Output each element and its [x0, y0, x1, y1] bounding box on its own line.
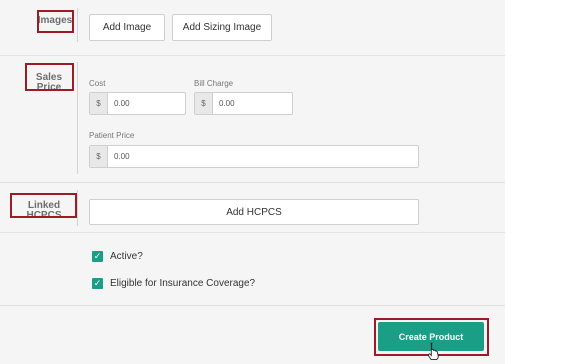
cost-field[interactable]: $ 0.00: [89, 92, 186, 115]
section-divider: [0, 305, 505, 306]
section-divider: [0, 55, 505, 56]
sales-price-label-highlight: [25, 63, 74, 91]
eligible-insurance-label: Eligible for Insurance Coverage?: [110, 278, 256, 289]
linked-hcpcs-divider: [77, 190, 78, 226]
patient-price-field[interactable]: $ 0.00: [89, 145, 419, 168]
bill-charge-field[interactable]: $ 0.00: [194, 92, 293, 115]
cost-label: Cost: [89, 79, 106, 88]
patient-price-value[interactable]: 0.00: [108, 146, 418, 167]
add-sizing-image-button[interactable]: Add Sizing Image: [172, 14, 272, 41]
images-divider: [77, 8, 78, 42]
patient-price-label: Patient Price: [89, 131, 135, 140]
patient-price-currency-addon: $: [90, 146, 108, 167]
cost-value[interactable]: 0.00: [108, 93, 185, 114]
add-image-button[interactable]: Add Image: [89, 14, 165, 41]
linked-hcpcs-label-highlight: [10, 193, 77, 218]
eligible-insurance-checkbox[interactable]: ✓: [92, 278, 103, 289]
section-divider: [0, 232, 505, 233]
bill-charge-value[interactable]: 0.00: [213, 93, 292, 114]
add-hcpcs-button[interactable]: Add HCPCS: [89, 199, 419, 225]
checkmark-icon: ✓: [93, 278, 102, 288]
checkmark-icon: ✓: [93, 251, 102, 261]
page-right-margin: [505, 0, 565, 364]
section-divider: [0, 182, 505, 183]
active-checkbox[interactable]: ✓: [92, 251, 103, 262]
bill-charge-label: Bill Charge: [194, 79, 234, 88]
sales-price-divider: [77, 62, 78, 174]
images-label-highlight: [37, 10, 74, 33]
hand-pointer-cursor-icon: [427, 342, 439, 360]
active-label: Active?: [110, 251, 143, 262]
cost-currency-addon: $: [90, 93, 108, 114]
bill-charge-currency-addon: $: [195, 93, 213, 114]
